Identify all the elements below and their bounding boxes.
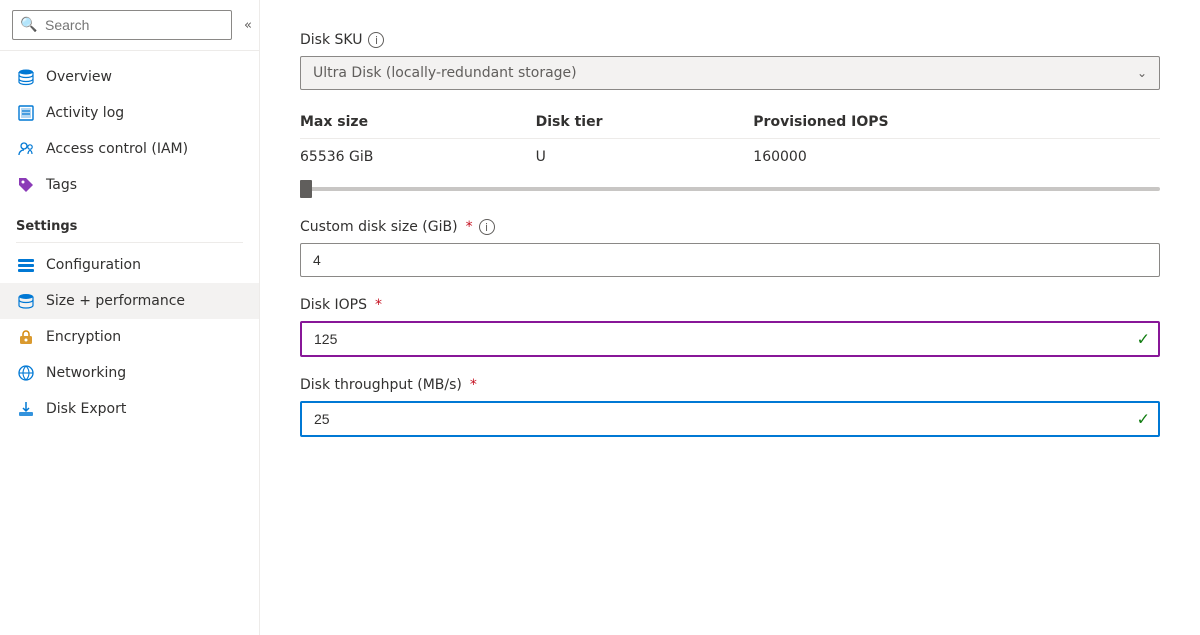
sidebar-item-size-label: Size + performance <box>46 293 185 309</box>
check-icon-throughput: ✓ <box>1137 410 1150 429</box>
custom-disk-size-input[interactable] <box>300 243 1160 277</box>
custom-disk-size-info-icon[interactable]: i <box>479 219 495 235</box>
config-icon <box>16 255 36 275</box>
custom-disk-size-section: Custom disk size (GiB) * i <box>300 219 1160 277</box>
disk-sku-section: Disk SKU i Ultra Disk (locally-redundant… <box>300 32 1160 191</box>
slider-track[interactable] <box>300 187 1160 191</box>
sidebar-item-tags-label: Tags <box>46 177 77 193</box>
chevron-down-icon: ⌄ <box>1137 66 1147 80</box>
required-star-throughput: * <box>470 377 477 393</box>
sidebar-item-encryption[interactable]: Encryption <box>0 319 259 355</box>
sidebar-item-overview[interactable]: Overview <box>0 59 259 95</box>
size-icon <box>16 291 36 311</box>
sidebar-item-access-label: Access control (IAM) <box>46 141 188 157</box>
activity-icon <box>16 103 36 123</box>
disk-sku-label: Disk SKU i <box>300 32 1160 48</box>
disk-export-icon <box>16 399 36 419</box>
sidebar-item-size-performance[interactable]: Size + performance <box>0 283 259 319</box>
sidebar-item-activity-label: Activity log <box>46 105 124 121</box>
sidebar-item-networking-label: Networking <box>46 365 126 381</box>
table-header-disk-tier: Disk tier <box>536 106 754 139</box>
search-input[interactable] <box>12 10 232 40</box>
disk-sku-value: Ultra Disk (locally-redundant storage) <box>313 65 577 81</box>
disk-sku-dropdown[interactable]: Ultra Disk (locally-redundant storage) ⌄ <box>300 56 1160 90</box>
required-star: * <box>466 219 473 235</box>
search-bar: 🔍 « <box>0 0 259 51</box>
disk-iops-label: Disk IOPS * <box>300 297 1160 313</box>
main-content: Disk SKU i Ultra Disk (locally-redundant… <box>260 0 1200 635</box>
check-icon-iops: ✓ <box>1137 330 1150 349</box>
encryption-icon <box>16 327 36 347</box>
custom-disk-size-label: Custom disk size (GiB) * i <box>300 219 1160 235</box>
sidebar: 🔍 « Overview <box>0 0 260 635</box>
disk-throughput-section: Disk throughput (MB/s) * ✓ <box>300 377 1160 437</box>
search-icon: 🔍 <box>20 17 37 33</box>
disk-iops-section: Disk IOPS * ✓ <box>300 297 1160 357</box>
settings-section-label: Settings <box>0 203 259 238</box>
disk-throughput-input[interactable] <box>300 401 1160 437</box>
networking-icon <box>16 363 36 383</box>
settings-divider <box>16 242 243 243</box>
disk-iops-input[interactable] <box>300 321 1160 357</box>
collapse-button[interactable]: « <box>240 14 256 37</box>
slider-container <box>300 187 1160 191</box>
table-cell-provisioned-iops: 160000 <box>753 139 1160 176</box>
sidebar-item-configuration[interactable]: Configuration <box>0 247 259 283</box>
stack-icon <box>16 67 36 87</box>
sidebar-item-disk-export[interactable]: Disk Export <box>0 391 259 427</box>
disk-sku-info-icon[interactable]: i <box>368 32 384 48</box>
sidebar-item-overview-label: Overview <box>46 69 112 85</box>
required-star-iops: * <box>375 297 382 313</box>
disk-throughput-label: Disk throughput (MB/s) * <box>300 377 1160 393</box>
sidebar-item-encryption-label: Encryption <box>46 329 121 345</box>
access-icon <box>16 139 36 159</box>
nav-list: Overview Activity log <box>0 51 259 635</box>
search-wrapper: 🔍 <box>12 10 232 40</box>
tags-icon <box>16 175 36 195</box>
slider-thumb[interactable] <box>300 180 312 198</box>
sidebar-item-networking[interactable]: Networking <box>0 355 259 391</box>
table-cell-max-size: 65536 GiB <box>300 139 536 176</box>
table-header-provisioned-iops: Provisioned IOPS <box>753 106 1160 139</box>
table-header-max-size: Max size <box>300 106 536 139</box>
disk-iops-input-wrapper: ✓ <box>300 321 1160 357</box>
sidebar-item-activity-log[interactable]: Activity log <box>0 95 259 131</box>
sidebar-item-tags[interactable]: Tags <box>0 167 259 203</box>
sidebar-item-disk-export-label: Disk Export <box>46 401 126 417</box>
table-row: 65536 GiB U 160000 <box>300 139 1160 176</box>
disk-sku-table: Max size Disk tier Provisioned IOPS 6553… <box>300 106 1160 175</box>
sidebar-item-configuration-label: Configuration <box>46 257 141 273</box>
disk-throughput-input-wrapper: ✓ <box>300 401 1160 437</box>
sidebar-item-access-control[interactable]: Access control (IAM) <box>0 131 259 167</box>
table-cell-disk-tier: U <box>536 139 754 176</box>
